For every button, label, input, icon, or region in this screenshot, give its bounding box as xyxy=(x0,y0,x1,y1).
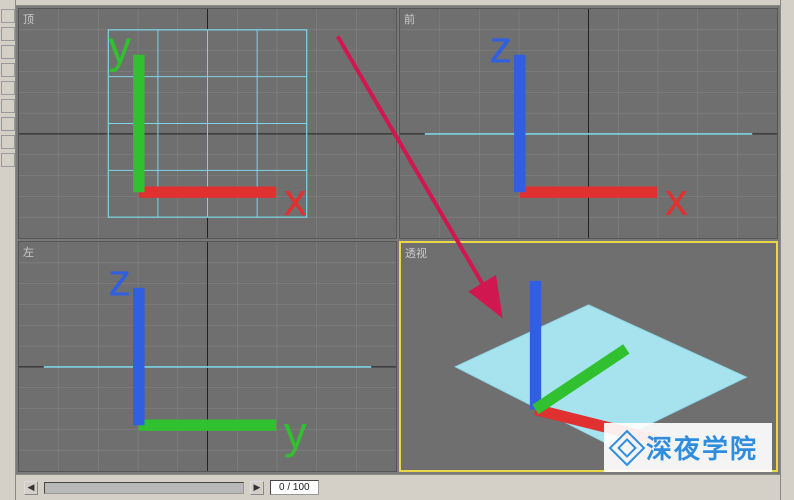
left-toolbar xyxy=(0,0,16,500)
viewport-front[interactable]: 前 xyxy=(399,8,778,239)
tool-button[interactable] xyxy=(1,135,15,149)
watermark: 深夜学院 xyxy=(604,423,772,472)
svg-text:x: x xyxy=(284,174,307,225)
svg-text:y: y xyxy=(108,21,131,72)
tool-button[interactable] xyxy=(1,63,15,77)
viewport-left[interactable]: 左 xyxy=(18,241,397,472)
axis-gizmo-icon: x z xyxy=(400,9,777,238)
bottom-bar: ◀ ▶ 0 / 100 xyxy=(16,474,780,500)
tool-button[interactable] xyxy=(1,153,15,167)
axis-gizmo-icon: x y xyxy=(19,9,396,238)
tool-button[interactable] xyxy=(1,117,15,131)
frame-counter: 0 / 100 xyxy=(270,480,319,495)
tool-button[interactable] xyxy=(1,81,15,95)
timeline-next-button[interactable]: ▶ xyxy=(250,481,264,495)
watermark-text: 深夜学院 xyxy=(646,429,758,466)
timeline-prev-button[interactable]: ◀ xyxy=(24,481,38,495)
svg-text:z: z xyxy=(489,21,512,72)
svg-text:y: y xyxy=(284,407,307,458)
tool-button[interactable] xyxy=(1,27,15,41)
tool-button[interactable] xyxy=(1,9,15,23)
svg-text:z: z xyxy=(108,254,131,305)
timeline-track[interactable] xyxy=(44,482,244,494)
svg-text:x: x xyxy=(665,174,688,225)
right-panel xyxy=(780,0,794,500)
tool-button[interactable] xyxy=(1,99,15,113)
tool-button[interactable] xyxy=(1,45,15,59)
viewports-container: 顶 xyxy=(16,6,780,474)
watermark-logo-icon xyxy=(609,429,646,466)
viewport-top[interactable]: 顶 xyxy=(18,8,397,239)
axis-gizmo-icon: y z xyxy=(19,242,396,471)
